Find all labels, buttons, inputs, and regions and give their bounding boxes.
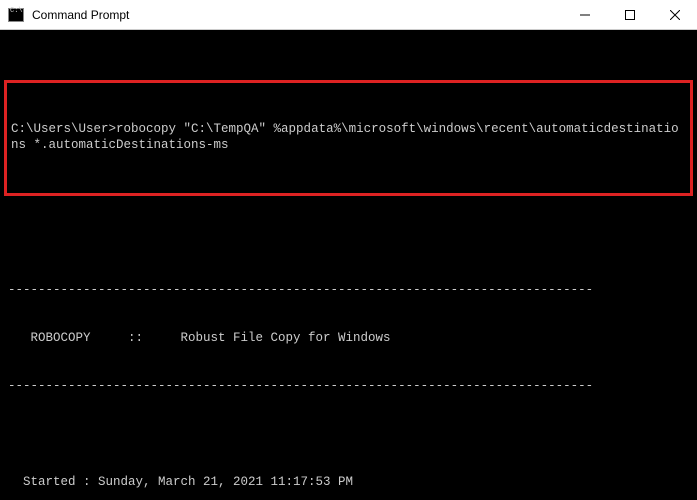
- divider-line: ----------------------------------------…: [0, 378, 697, 394]
- cmd-icon: C:\: [8, 8, 24, 22]
- command-line: C:\Users\User>robocopy "C:\TempQA" %appd…: [11, 121, 686, 153]
- minimize-button[interactable]: [562, 0, 607, 29]
- titlebar: C:\ Command Prompt: [0, 0, 697, 30]
- close-button[interactable]: [652, 0, 697, 29]
- started-line: Started : Sunday, March 21, 2021 11:17:5…: [0, 474, 697, 490]
- robocopy-header: ROBOCOPY :: Robust File Copy for Windows: [0, 330, 697, 346]
- divider-line: ----------------------------------------…: [0, 282, 697, 298]
- maximize-button[interactable]: [607, 0, 652, 29]
- window-title: Command Prompt: [32, 8, 562, 22]
- window-controls: [562, 0, 697, 29]
- command-highlight-box: C:\Users\User>robocopy "C:\TempQA" %appd…: [4, 80, 693, 196]
- terminal-output[interactable]: C:\Users\User>robocopy "C:\TempQA" %appd…: [0, 30, 697, 500]
- prompt-text: C:\Users\User>: [11, 122, 116, 136]
